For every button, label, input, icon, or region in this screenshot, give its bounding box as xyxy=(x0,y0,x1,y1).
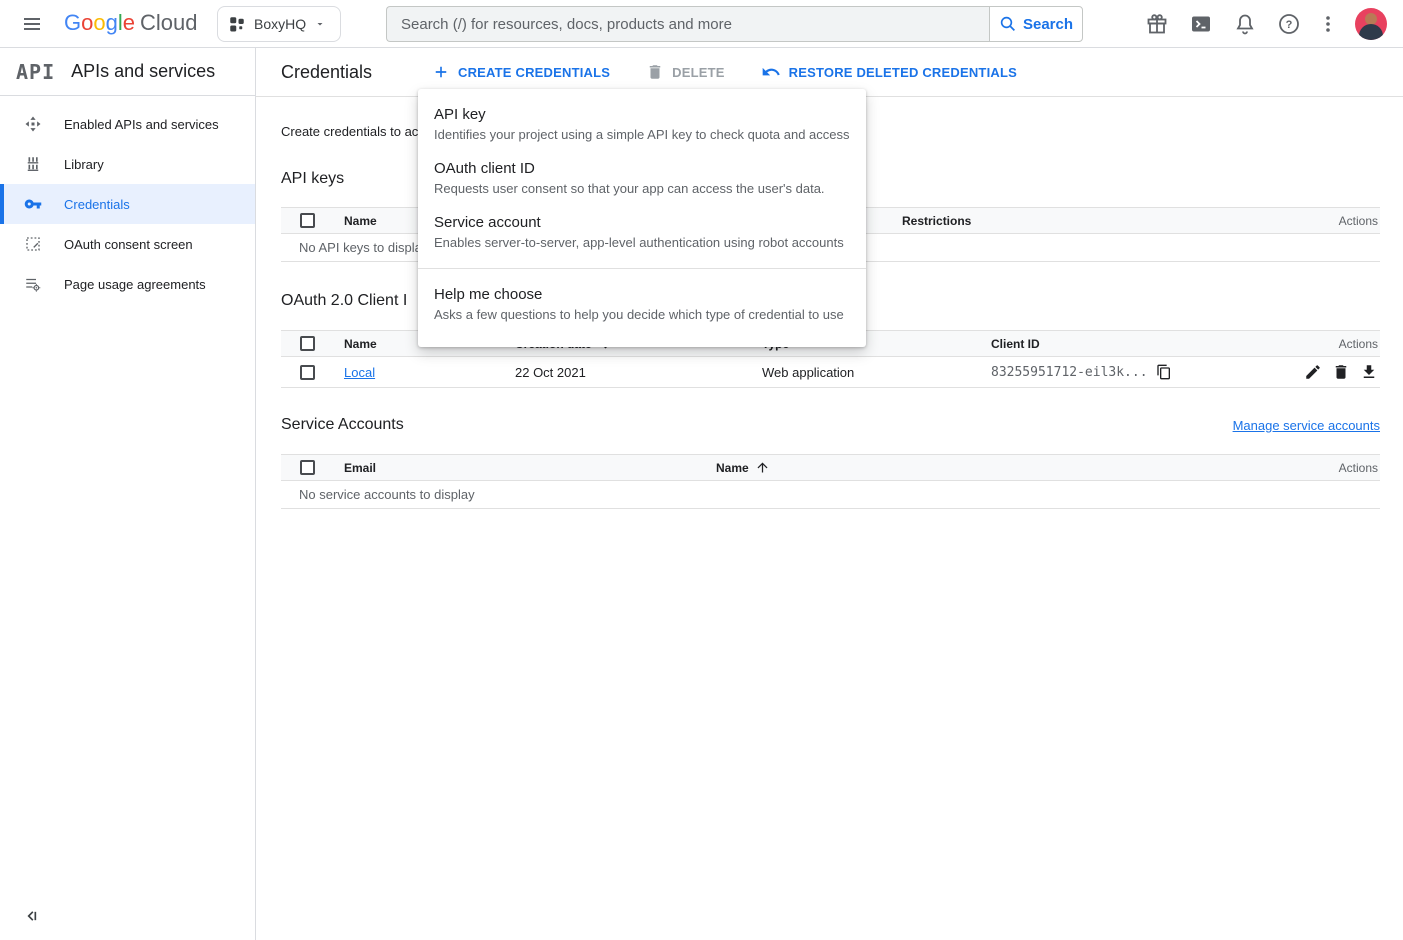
gift-icon[interactable] xyxy=(1145,12,1169,36)
row-checkbox[interactable] xyxy=(300,365,315,380)
column-header-name[interactable]: Name xyxy=(716,460,1339,475)
menu-item-service-account[interactable]: Service account Enables server-to-server… xyxy=(418,205,866,259)
sidebar-item-label: Library xyxy=(64,157,104,172)
search-icon xyxy=(999,15,1017,33)
logo-cloud-text: Cloud xyxy=(140,10,197,35)
column-header-email: Email xyxy=(344,461,716,475)
avatar[interactable] xyxy=(1355,8,1387,40)
plus-icon xyxy=(432,63,450,81)
more-options-icon[interactable] xyxy=(1321,12,1335,36)
agreements-icon xyxy=(24,275,42,293)
api-logo: API xyxy=(16,60,55,84)
avatar-body xyxy=(1359,24,1383,40)
delete-icon[interactable] xyxy=(1332,363,1350,381)
library-icon xyxy=(24,155,42,173)
api-keys-heading: API keys xyxy=(281,170,344,188)
sidebar-item-page-usage-agreements[interactable]: Page usage agreements xyxy=(0,264,255,304)
select-all-checkbox[interactable] xyxy=(300,213,315,228)
table-row: Local 22 Oct 2021 Web application 832559… xyxy=(281,357,1380,388)
menu-item-api-key[interactable]: API key Identifies your project using a … xyxy=(418,97,866,151)
sidebar-item-label: Credentials xyxy=(64,197,130,212)
sidebar-item-oauth-consent[interactable]: OAuth consent screen xyxy=(0,224,255,264)
client-name-link[interactable]: Local xyxy=(344,365,375,380)
client-id-value: 83255951712-eil3k... xyxy=(991,365,1148,380)
sort-ascending-icon xyxy=(755,460,770,475)
sidebar: API APIs and services Enabled APIs and s… xyxy=(0,48,256,940)
client-creation-date: 22 Oct 2021 xyxy=(515,365,762,380)
edit-icon[interactable] xyxy=(1304,363,1322,381)
sidebar-item-label: Enabled APIs and services xyxy=(64,117,219,132)
trash-icon xyxy=(646,63,664,81)
select-all-checkbox[interactable] xyxy=(300,336,315,351)
service-accounts-table-header: Email Name Actions xyxy=(281,454,1380,481)
column-header-actions: Actions xyxy=(1339,461,1380,475)
create-credentials-button[interactable]: CREATE CREDENTIALS xyxy=(432,63,610,81)
sidebar-item-label: Page usage agreements xyxy=(64,277,206,292)
notifications-bell-icon[interactable] xyxy=(1233,12,1257,36)
service-accounts-header-row: Service Accounts Manage service accounts xyxy=(281,416,1380,434)
project-name: BoxyHQ xyxy=(254,16,306,32)
intro-text: Create credentials to ac xyxy=(281,124,418,139)
sidebar-item-library[interactable]: Library xyxy=(0,144,255,184)
sidebar-title: APIs and services xyxy=(71,61,215,82)
menu-item-oauth-client-id[interactable]: OAuth client ID Requests user consent so… xyxy=(418,151,866,205)
collapse-sidebar-icon[interactable] xyxy=(22,906,42,926)
column-header-client-id: Client ID xyxy=(991,337,1339,351)
menu-divider xyxy=(418,268,866,269)
service-accounts-heading: Service Accounts xyxy=(281,416,404,434)
service-accounts-table: Email Name Actions No service accounts t… xyxy=(281,454,1380,509)
hamburger-menu-icon[interactable] xyxy=(20,12,44,36)
page-title: Credentials xyxy=(281,62,432,83)
top-bar: GoogleCloud BoxyHQ Search xyxy=(0,0,1403,48)
cloud-shell-icon[interactable] xyxy=(1189,12,1213,36)
dashboard-icon xyxy=(24,115,42,133)
svg-text:?: ? xyxy=(1286,19,1293,31)
chevron-down-icon xyxy=(314,18,326,30)
download-icon[interactable] xyxy=(1360,363,1378,381)
column-header-restrictions: Restrictions xyxy=(902,214,1339,228)
copy-icon[interactable] xyxy=(1156,364,1172,380)
sidebar-item-enabled-apis[interactable]: Enabled APIs and services xyxy=(0,104,255,144)
sidebar-item-credentials[interactable]: Credentials xyxy=(0,184,255,224)
project-selector[interactable]: BoxyHQ xyxy=(217,6,341,42)
client-type: Web application xyxy=(762,365,991,380)
column-header-actions: Actions xyxy=(1339,214,1380,228)
help-icon[interactable]: ? xyxy=(1277,12,1301,36)
sidebar-header: API APIs and services xyxy=(0,48,255,96)
search-input[interactable] xyxy=(386,6,989,42)
restore-deleted-credentials-button[interactable]: RESTORE DELETED CREDENTIALS xyxy=(761,62,1017,82)
undo-icon xyxy=(761,62,781,82)
select-all-checkbox[interactable] xyxy=(300,460,315,475)
sidebar-item-label: OAuth consent screen xyxy=(64,237,193,252)
oauth-clients-heading: OAuth 2.0 Client I xyxy=(281,292,407,310)
key-icon xyxy=(24,195,42,213)
service-accounts-empty-state: No service accounts to display xyxy=(281,481,1380,509)
column-header-actions: Actions xyxy=(1339,337,1380,351)
delete-button[interactable]: DELETE xyxy=(646,63,724,81)
row-actions xyxy=(1304,363,1380,381)
global-search: Search xyxy=(386,6,1083,42)
consent-screen-icon xyxy=(24,235,42,253)
manage-service-accounts-link[interactable]: Manage service accounts xyxy=(1233,418,1380,433)
project-icon xyxy=(228,15,246,33)
search-button[interactable]: Search xyxy=(989,6,1083,42)
sidebar-nav: Enabled APIs and services Library Creden… xyxy=(0,96,255,304)
create-credentials-menu: API key Identifies your project using a … xyxy=(418,89,866,347)
menu-item-help-me-choose[interactable]: Help me choose Asks a few questions to h… xyxy=(418,277,866,331)
search-button-label: Search xyxy=(1023,16,1073,33)
topbar-icons: ? xyxy=(1145,0,1387,48)
google-cloud-logo[interactable]: GoogleCloud xyxy=(64,10,198,36)
